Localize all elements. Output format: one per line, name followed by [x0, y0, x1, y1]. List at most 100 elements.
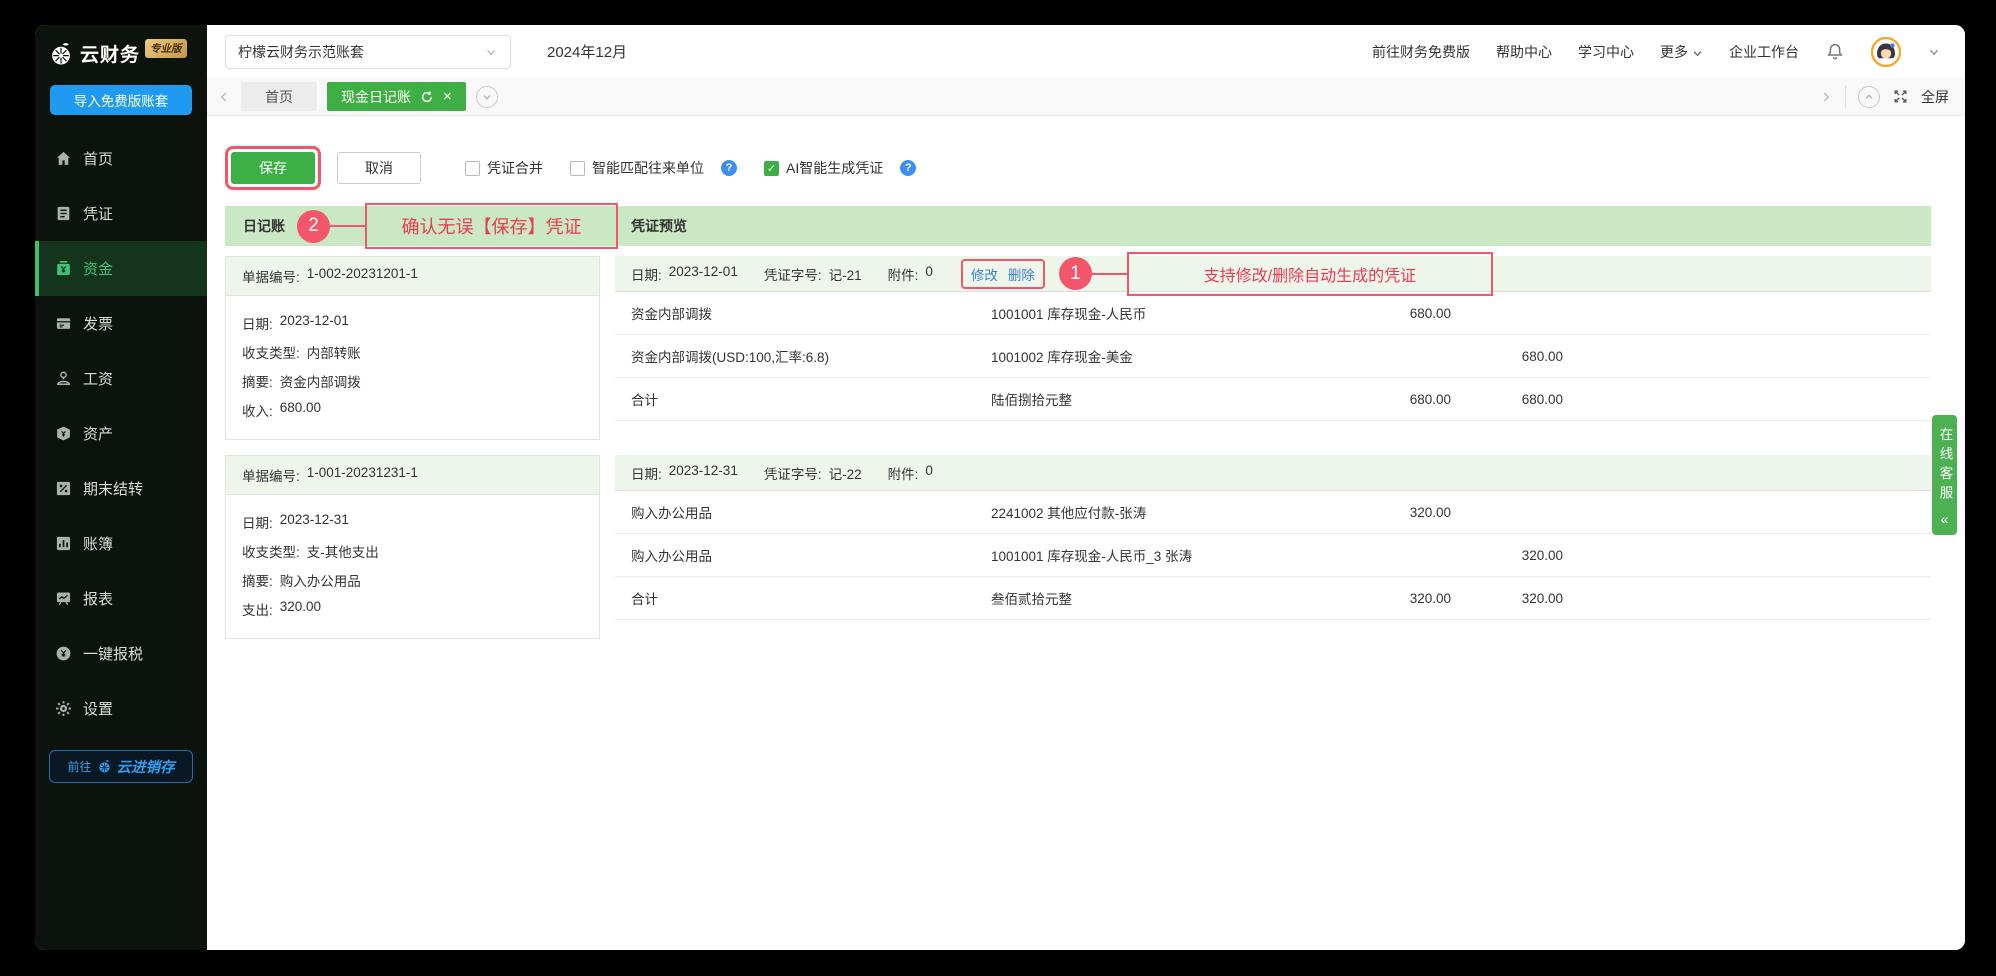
action-toolbar: 保存 取消 凭证合并 智能匹配往来单位 ? ✓ AI智能生成凭证 ?	[225, 146, 1931, 190]
checkbox-ai-generate[interactable]: ✓ AI智能生成凭证	[764, 158, 883, 178]
close-icon[interactable]: ×	[443, 89, 452, 104]
journal-card-body: 日期: 2023-12-31 收支类型: 支-其他支出 摘要: 购入办公用品 支出: 3…	[226, 495, 599, 638]
help-icon[interactable]: ?	[721, 160, 737, 176]
goto-brand-name: 云进销存	[116, 760, 175, 776]
period-label[interactable]: 2024年12月	[547, 41, 627, 62]
notification-bell-icon[interactable]	[1825, 42, 1845, 62]
sidebar-item-reports[interactable]: 报表	[35, 571, 207, 626]
row-credit-total: 320.00	[1521, 590, 1563, 606]
doc-no-value: 1-002-20231201-1	[306, 266, 418, 281]
sidebar-item-voucher[interactable]: 凭证	[35, 186, 207, 241]
link-more[interactable]: 更多	[1660, 42, 1703, 62]
field-label: 收入:	[242, 404, 273, 419]
tabs-dropdown-icon[interactable]	[475, 85, 498, 108]
edit-link[interactable]: 修改	[971, 264, 998, 284]
report-board-icon	[55, 590, 72, 607]
checkbox-smart-match[interactable]: 智能匹配往来单位	[570, 158, 704, 178]
voucher-word-value: 记-21	[828, 267, 862, 283]
sidebar-item-funds[interactable]: 资金	[35, 241, 207, 296]
voucher-total-row: 合计 叁佰贰拾元整 320.00 320.00	[615, 577, 1931, 620]
goto-inventory-button[interactable]: 前往 云进销存	[49, 750, 193, 783]
sidebar-item-label: 发票	[83, 316, 114, 333]
page-content: 保存 取消 凭证合并 智能匹配往来单位 ? ✓ AI智能生成凭证 ? 日记账 2…	[207, 116, 1965, 950]
annotation-connector-line	[1091, 272, 1127, 275]
sidebar-item-books[interactable]: 账簿	[35, 516, 207, 571]
help-icon[interactable]: ?	[900, 160, 917, 176]
save-button[interactable]: 保存	[231, 152, 315, 184]
link-free-version[interactable]: 前往财务免费版	[1372, 42, 1470, 62]
tabs-scroll-right-icon[interactable]	[1819, 90, 1833, 104]
journal-section-label: 日记账	[243, 218, 285, 234]
avatar-icon	[1871, 36, 1901, 67]
doc-no-label: 单据编号:	[242, 469, 300, 484]
field-value: 680.00	[279, 400, 322, 415]
row-summary: 购入办公用品	[631, 549, 712, 564]
sidebar-item-label: 工资	[83, 371, 114, 388]
tab-cash-journal[interactable]: 现金日记账 ×	[327, 82, 466, 111]
tab-home[interactable]: 首页	[241, 82, 317, 111]
field-label: 收支类型:	[242, 545, 300, 560]
tabs-scroll-left-icon[interactable]	[217, 90, 231, 104]
tab-bar: 首页 现金日记账 × 全屏	[207, 78, 1965, 116]
divider	[1845, 85, 1846, 108]
field-label: 摘要:	[242, 375, 273, 390]
voucher-date-label: 日期:	[631, 466, 662, 482]
refresh-icon[interactable]	[420, 90, 434, 104]
row-credit: 320.00	[1521, 547, 1563, 563]
sidebar-item-salary[interactable]: 工资	[35, 351, 207, 406]
sidebar-item-home[interactable]: 首页	[35, 131, 207, 186]
journal-card-header: 单据编号: 1-002-20231201-1	[226, 257, 599, 296]
voucher-word-value: 记-22	[828, 466, 862, 482]
journal-card-body: 日期: 2023-12-01 收支类型: 内部转账 摘要: 资金内部调拨 收入: 680…	[226, 296, 599, 439]
sidebar-item-tax[interactable]: 一键报税	[35, 626, 207, 681]
annotation-step1-circle: 1	[1058, 257, 1092, 290]
row-debit-total: 320.00	[1409, 590, 1451, 606]
checkbox-icon[interactable]	[570, 160, 585, 176]
collapse-up-icon[interactable]	[1858, 85, 1880, 108]
sidebar-item-assets[interactable]: 资产	[35, 406, 207, 461]
row-credit-total: 680.00	[1521, 391, 1563, 407]
voucher-doc-icon	[55, 205, 72, 222]
sidebar-item-label: 首页	[83, 151, 114, 168]
row-summary: 合计	[631, 592, 658, 607]
checkbox-checked-icon[interactable]: ✓	[764, 160, 779, 176]
voucher-date-value: 2023-12-01	[668, 263, 738, 279]
row-summary: 资金内部调拨	[631, 307, 712, 322]
doc-no-label: 单据编号:	[242, 270, 300, 285]
sidebar-item-carryover[interactable]: 期末结转	[35, 461, 207, 516]
chevron-down-icon[interactable]	[1927, 45, 1941, 59]
screenshot-stage: 云财务 专业版 导入免费版账套 首页 凭证 资金 发票 工资 资产 期末结转 账…	[0, 0, 1996, 976]
checkbox-merge-voucher[interactable]: 凭证合并	[465, 158, 543, 178]
voucher-links-annotation-outline: 修改 删除	[960, 258, 1045, 289]
journal-card-header: 单据编号: 1-001-20231231-1	[226, 456, 599, 495]
user-avatar[interactable]	[1871, 36, 1901, 67]
row-debit-total: 680.00	[1409, 391, 1451, 407]
voucher-date-label: 日期:	[631, 267, 662, 283]
link-help-center[interactable]: 帮助中心	[1496, 42, 1552, 62]
row-account: 2241002 其他应付款-张涛	[991, 506, 1147, 521]
chevron-down-icon	[484, 45, 498, 59]
link-enterprise-workspace[interactable]: 企业工作台	[1729, 42, 1799, 62]
row-summary: 合计	[631, 393, 658, 408]
sidebar-item-invoice[interactable]: 发票	[35, 296, 207, 351]
fullscreen-label[interactable]: 全屏	[1921, 87, 1949, 107]
journal-card: 单据编号: 1-001-20231231-1 日期: 2023-12-31 收支类…	[225, 455, 600, 639]
fullscreen-icon[interactable]	[1892, 88, 1909, 105]
voucher-row: 资金内部调拨 1001001 库存现金-人民币 680.00	[615, 292, 1931, 335]
link-learning-center[interactable]: 学习中心	[1578, 42, 1634, 62]
tab-label: 现金日记账	[341, 88, 411, 105]
brand-name: 云财务	[80, 45, 141, 66]
checkbox-icon[interactable]	[465, 160, 480, 176]
online-support-tab[interactable]: 在线客服 «	[1932, 415, 1957, 535]
account-set-select[interactable]: 柠檬云财务示范账套	[225, 34, 511, 69]
annotation-step2-box: 确认无误【保存】凭证	[365, 203, 618, 249]
percent-icon	[55, 480, 72, 497]
support-label: 在线客服	[1937, 427, 1953, 505]
row-credit: 680.00	[1521, 348, 1563, 364]
delete-link[interactable]: 删除	[1008, 264, 1035, 284]
import-free-accounts-button[interactable]: 导入免费版账套	[50, 85, 192, 115]
sidebar-item-settings[interactable]: 设置	[35, 681, 207, 736]
lemon-logo-icon	[48, 41, 74, 67]
chevron-down-icon	[1692, 46, 1703, 57]
cancel-button[interactable]: 取消	[337, 152, 421, 184]
